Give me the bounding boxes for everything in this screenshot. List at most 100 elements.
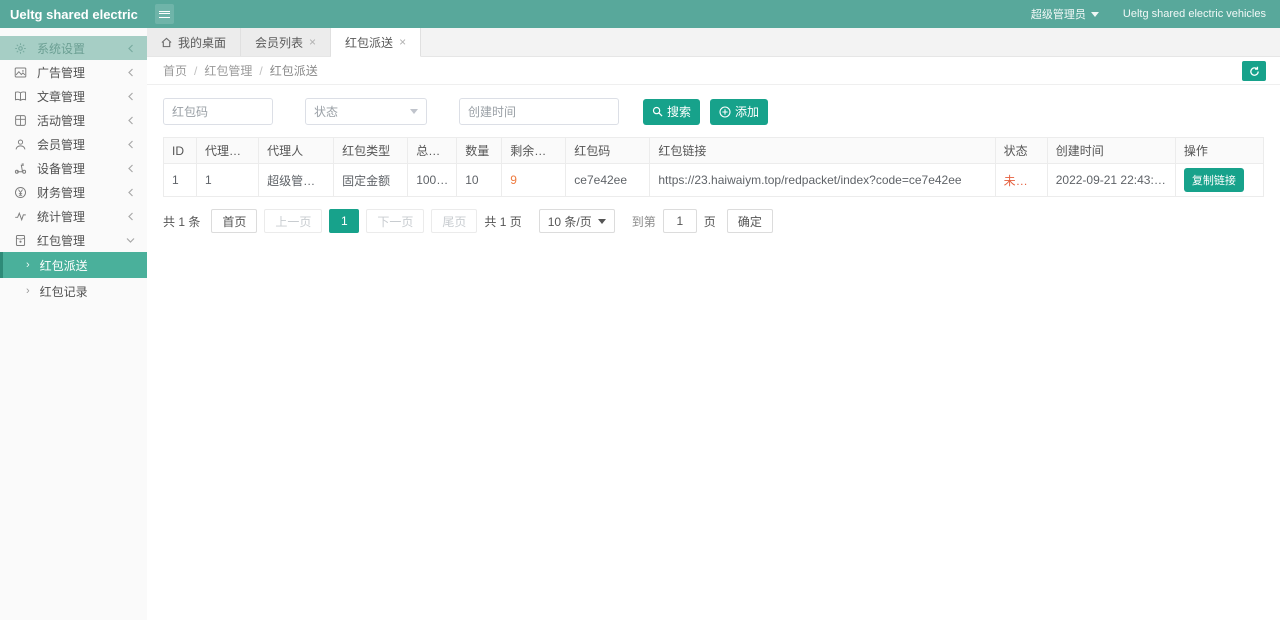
col-header-agent-id: 代理人ID bbox=[196, 137, 260, 164]
chevron-right-icon: › bbox=[26, 285, 30, 297]
chevron-down-icon bbox=[1090, 11, 1099, 17]
gear-icon bbox=[12, 42, 28, 55]
hamburger-icon bbox=[159, 10, 170, 18]
tab-redpacket-send[interactable]: 红包派送 × bbox=[331, 28, 422, 57]
breadcrumb-current: 红包派送 bbox=[269, 64, 318, 78]
tab-member-list[interactable]: 会员列表 × bbox=[241, 28, 332, 56]
sidebar-item-activities[interactable]: 活动管理 bbox=[0, 108, 147, 132]
chevron-left-icon bbox=[127, 68, 135, 77]
refresh-button[interactable] bbox=[1242, 61, 1266, 81]
status-select[interactable]: 状态 bbox=[305, 98, 427, 125]
col-header-actions: 操作 bbox=[1174, 137, 1265, 164]
tab-label: 会员列表 bbox=[255, 35, 304, 50]
chevron-left-icon bbox=[127, 92, 135, 101]
created-time-input[interactable] bbox=[459, 98, 619, 125]
user-dropdown[interactable]: 超级管理员 bbox=[1031, 6, 1099, 22]
sidebar-item-label: 统计管理 bbox=[37, 209, 86, 224]
sidebar-item-label: 系统设置 bbox=[37, 41, 86, 56]
chevron-down-icon bbox=[597, 218, 606, 224]
col-header-total: 总金额 bbox=[407, 137, 458, 164]
filter-bar: 状态 搜索 添加 bbox=[147, 85, 1280, 135]
sidebar-item-articles[interactable]: 文章管理 bbox=[0, 84, 147, 108]
chevron-down-icon bbox=[126, 236, 135, 244]
cell-actions: 复制链接 bbox=[1174, 163, 1265, 197]
col-header-id: ID bbox=[162, 137, 198, 164]
sidebar-subitem-label: 红包记录 bbox=[39, 284, 88, 299]
add-button-label: 添加 bbox=[735, 105, 760, 119]
cell-id: 1 bbox=[162, 163, 198, 197]
redpacket-code-input[interactable] bbox=[163, 98, 273, 125]
col-header-code: 红包码 bbox=[565, 137, 651, 164]
total-pages-text: 共 1 页 bbox=[484, 214, 522, 229]
topbar: Ueltg shared electric 超级管理员 Ueltg shared… bbox=[0, 0, 1280, 28]
sidebar-subitem-redpacket-send[interactable]: › 红包派送 bbox=[0, 252, 147, 278]
sidebar: 系统设置 广告管理 文章管理 活动管理 会员管理 设备管理 财务管理 统计管理 … bbox=[0, 28, 147, 620]
cell-code: ce7e42ee bbox=[565, 163, 651, 197]
sidebar-subitem-label: 红包派送 bbox=[39, 258, 88, 273]
cell-created: 2022-09-21 22:43:12 bbox=[1046, 163, 1176, 197]
sidebar-item-label: 设备管理 bbox=[37, 161, 86, 176]
goto-page-input[interactable] bbox=[662, 209, 697, 233]
tab-label: 我的桌面 bbox=[178, 35, 227, 50]
breadcrumb-separator: / bbox=[259, 63, 263, 78]
per-page-select[interactable]: 10 条/页 bbox=[538, 209, 615, 233]
search-button[interactable]: 搜索 bbox=[643, 98, 701, 125]
goto-suffix-label: 页 bbox=[703, 214, 716, 229]
sidebar-item-redpacket[interactable]: 红包管理 bbox=[0, 228, 147, 252]
tab-label: 红包派送 bbox=[345, 35, 394, 50]
chevron-left-icon bbox=[127, 188, 135, 197]
sidebar-item-ads[interactable]: 广告管理 bbox=[0, 60, 147, 84]
sidebar-item-members[interactable]: 会员管理 bbox=[0, 132, 147, 156]
breadcrumb-section[interactable]: 红包管理 bbox=[204, 62, 252, 79]
page-1-button[interactable]: 1 bbox=[329, 209, 360, 233]
tab-bar: 我的桌面 会员列表 × 红包派送 × bbox=[147, 28, 1280, 57]
col-header-link: 红包链接 bbox=[649, 137, 996, 164]
last-page-button[interactable]: 尾页 bbox=[431, 209, 478, 233]
col-header-agent: 代理人 bbox=[258, 137, 335, 164]
finance-icon bbox=[12, 186, 28, 199]
device-icon bbox=[12, 162, 28, 175]
sidebar-item-statistics[interactable]: 统计管理 bbox=[0, 204, 147, 228]
sidebar-item-system-settings[interactable]: 系统设置 bbox=[0, 36, 147, 60]
sidebar-item-label: 财务管理 bbox=[37, 185, 86, 200]
table-row: 1 1 超级管理员 固定金额 100.00 10 9 ce7e42ee http… bbox=[162, 163, 1265, 197]
sidebar-subitem-redpacket-records[interactable]: › 红包记录 bbox=[0, 278, 147, 304]
sidebar-toggle-button[interactable] bbox=[155, 4, 174, 24]
breadcrumb-home[interactable]: 首页 bbox=[163, 62, 187, 79]
copy-link-button[interactable]: 复制链接 bbox=[1183, 168, 1244, 192]
refresh-icon bbox=[1249, 66, 1260, 77]
close-icon[interactable]: × bbox=[399, 36, 406, 48]
breadcrumb-separator: / bbox=[194, 63, 198, 78]
table-header-row: ID 代理人ID 代理人 红包类型 总金额 数量 剩余数量 红包码 红包链接 状… bbox=[162, 137, 1265, 164]
prev-page-button[interactable]: 上一页 bbox=[264, 209, 323, 233]
cell-agent: 超级管理员 bbox=[258, 163, 335, 197]
pagination: 共 1 条 首页 上一页 1 下一页 尾页 共 1 页 10 条/页 到第 页 … bbox=[147, 197, 1280, 245]
search-icon bbox=[652, 106, 663, 117]
sidebar-item-devices[interactable]: 设备管理 bbox=[0, 156, 147, 180]
activity-icon bbox=[12, 114, 28, 127]
redpacket-icon bbox=[12, 234, 28, 247]
home-icon bbox=[161, 37, 172, 48]
sidebar-item-label: 广告管理 bbox=[37, 65, 86, 80]
app-title: Ueltg shared electric bbox=[10, 6, 138, 22]
chevron-left-icon bbox=[127, 164, 135, 173]
col-header-created: 创建时间 bbox=[1046, 137, 1176, 164]
cell-link: https://23.haiwaiym.top/redpacket/index?… bbox=[649, 163, 996, 197]
book-icon bbox=[12, 90, 28, 103]
col-header-remaining: 剩余数量 bbox=[501, 137, 567, 164]
next-page-button[interactable]: 下一页 bbox=[366, 209, 425, 233]
confirm-button[interactable]: 确定 bbox=[726, 209, 773, 233]
chevron-down-icon bbox=[410, 109, 418, 114]
col-header-status: 状态 bbox=[994, 137, 1048, 164]
chevron-left-icon bbox=[127, 140, 135, 149]
add-button[interactable]: 添加 bbox=[710, 98, 769, 125]
first-page-button[interactable]: 首页 bbox=[211, 209, 258, 233]
chevron-left-icon bbox=[127, 44, 135, 53]
chevron-right-icon: › bbox=[26, 259, 30, 271]
sidebar-item-finance[interactable]: 财务管理 bbox=[0, 180, 147, 204]
user-dropdown-label: 超级管理员 bbox=[1030, 9, 1086, 21]
cell-count: 10 bbox=[456, 163, 503, 197]
close-icon[interactable]: × bbox=[309, 36, 316, 48]
col-header-count: 数量 bbox=[456, 137, 503, 164]
tab-desktop[interactable]: 我的桌面 bbox=[147, 28, 242, 56]
